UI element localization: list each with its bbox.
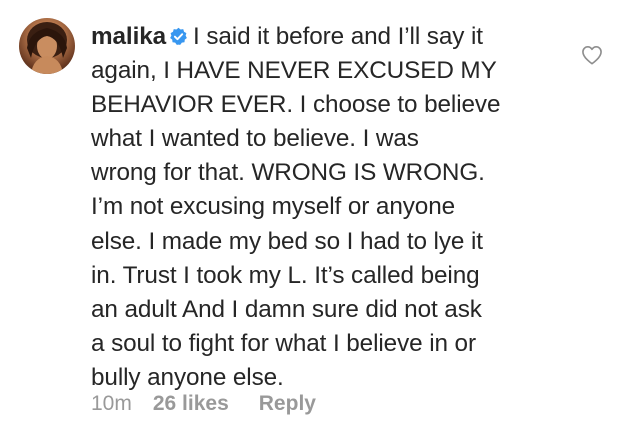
comment-line: wrong for that. WRONG IS WRONG. [91, 159, 485, 187]
comment-line: else. I made my bed so I had to lye it [91, 227, 483, 255]
avatar-image [27, 22, 67, 74]
username-link[interactable]: malika [91, 23, 166, 50]
reply-button[interactable]: Reply [259, 392, 316, 416]
comment-body: malika I said it before and I’ll say it a… [91, 20, 561, 395]
comment-item: malika I said it before and I’ll say it a… [0, 0, 639, 431]
comment-line: BEHAVIOR EVER. I choose to believe [91, 91, 501, 119]
comment-line: what I wanted to believe. I was [91, 125, 419, 153]
comment-line: a soul to fight for what I believe in or [91, 329, 476, 357]
likes-count[interactable]: 26 likes [153, 392, 229, 416]
comment-meta: 10m 26 likes Reply [91, 392, 316, 416]
comment-line: I’m not excusing myself or anyone [91, 193, 456, 221]
timestamp[interactable]: 10m [91, 392, 132, 416]
comment-line: I said it before and I’ll say it [193, 23, 483, 50]
heart-outline-icon[interactable] [581, 45, 603, 65]
avatar[interactable] [19, 18, 75, 74]
verified-badge-icon [170, 27, 187, 45]
comment-line: again, I HAVE NEVER EXCUSED MY [91, 57, 497, 85]
comment-line: in. Trust I took my L. It’s called being [91, 261, 480, 289]
comment-line: an adult And I damn sure did not ask [91, 295, 482, 323]
comment-line: bully anyone else. [91, 363, 284, 391]
comment-text: malika I said it before and I’ll say it a… [91, 20, 561, 395]
